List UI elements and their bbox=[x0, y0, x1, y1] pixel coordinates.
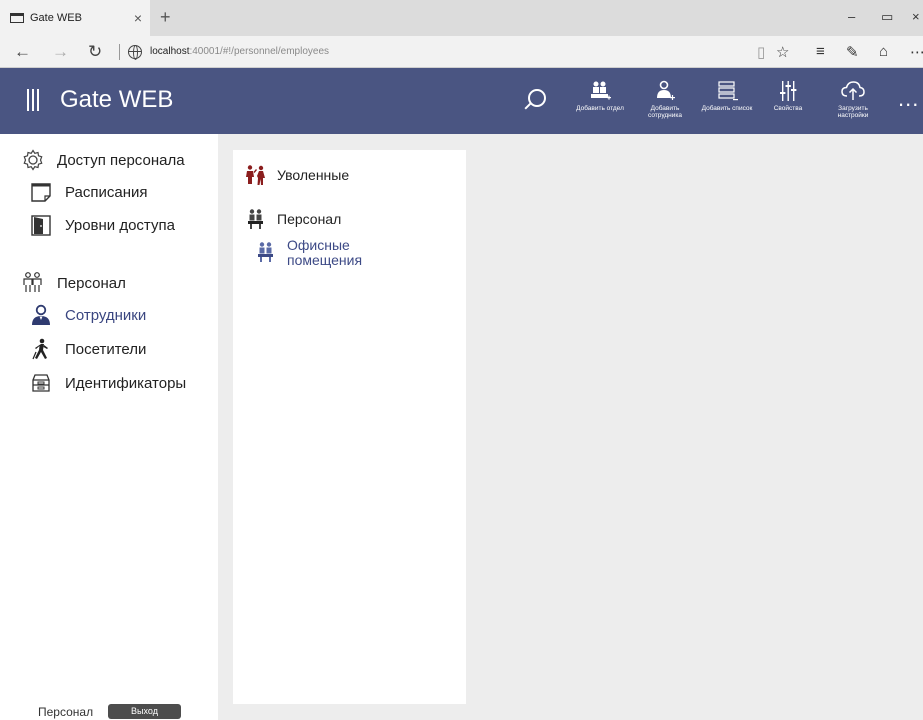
back-button[interactable]: ← bbox=[14, 42, 31, 62]
tab-page-icon bbox=[10, 13, 24, 23]
add-department-label: Добавить отдел bbox=[576, 105, 624, 112]
sidebar-item-schedules[interactable]: Расписания bbox=[29, 180, 147, 204]
sidebar-item-visitors[interactable]: Посетители bbox=[29, 337, 146, 361]
add-department-icon bbox=[591, 81, 611, 100]
sidebar-label-visitors: Посетители bbox=[65, 340, 147, 358]
tree-item-dismissed[interactable]: Уволенные bbox=[245, 164, 349, 186]
sidebar-item-identifiers[interactable]: Идентификаторы bbox=[29, 371, 186, 395]
maximize-button[interactable]: ▭ bbox=[881, 9, 893, 25]
sidebar-item-employees[interactable]: Сотрудники bbox=[29, 303, 146, 327]
gear-icon bbox=[21, 148, 45, 172]
sidebar-label-schedules: Расписания bbox=[65, 183, 148, 201]
add-employee-icon bbox=[657, 80, 675, 100]
share-icon[interactable]: ⌂ bbox=[879, 43, 888, 60]
department-icon bbox=[248, 209, 263, 229]
web-note-icon[interactable]: ✎ bbox=[846, 43, 859, 61]
main-content: Уволенные Персонал Офисные помещения bbox=[218, 134, 923, 720]
search-icon[interactable] bbox=[528, 89, 546, 107]
reading-view-icon[interactable]: ▯ bbox=[757, 43, 765, 61]
add-employee-button[interactable]: Добавить сотрудника bbox=[634, 78, 696, 119]
sidebar: Доступ персонала Расписания Уровни досту… bbox=[0, 134, 218, 720]
card-tray-icon bbox=[29, 371, 53, 395]
globe-icon bbox=[128, 45, 142, 60]
properties-label: Свойства bbox=[773, 105, 803, 112]
calendar-icon bbox=[29, 180, 53, 204]
tab-title: Gate WEB bbox=[30, 12, 82, 24]
employee-icon bbox=[29, 303, 53, 327]
tree-label-offices: Офисные помещения bbox=[287, 238, 362, 268]
sidebar-item-personnel[interactable]: Персонал bbox=[21, 271, 126, 295]
browser-more-icon[interactable]: ⋯ bbox=[910, 43, 923, 61]
add-list-label: Добавить список bbox=[701, 105, 753, 112]
more-options-button[interactable]: ... bbox=[898, 86, 919, 112]
sidebar-label-identifiers: Идентификаторы bbox=[65, 374, 187, 392]
properties-icon bbox=[780, 81, 797, 101]
add-list-button[interactable]: Добавить список bbox=[696, 78, 758, 112]
app-header: Gate WEB Добавить отдел Добавить сотрудн… bbox=[0, 68, 923, 134]
app-title: Gate WEB bbox=[60, 86, 174, 113]
personnel-group-icon bbox=[21, 271, 45, 295]
minimize-button[interactable]: – bbox=[848, 9, 855, 24]
refresh-button[interactable]: ↻ bbox=[88, 42, 102, 62]
dismissed-icon bbox=[246, 165, 265, 185]
tree-label-personnel: Персонал bbox=[277, 211, 342, 227]
url-path: :40001/#!/personnel/employees bbox=[189, 46, 330, 57]
favorite-star-icon[interactable]: ☆ bbox=[776, 43, 789, 61]
upload-settings-label: Загрузить настройки bbox=[837, 105, 869, 119]
url-field[interactable]: localhost:40001/#!/personnel/employees bbox=[150, 46, 329, 57]
hub-icon[interactable]: ≡ bbox=[816, 43, 825, 60]
add-employee-label: Добавить сотрудника bbox=[648, 105, 682, 119]
current-user-label: Персонал bbox=[38, 705, 94, 719]
tree-label-offices-line1: Офисные bbox=[287, 237, 350, 253]
address-separator bbox=[119, 44, 120, 60]
tab-close-icon[interactable]: × bbox=[134, 10, 142, 26]
tree-label-dismissed: Уволенные bbox=[277, 167, 350, 183]
upload-settings-icon bbox=[841, 81, 865, 100]
properties-button[interactable]: Свойства bbox=[757, 78, 819, 112]
menu-toggle-icon[interactable] bbox=[27, 89, 39, 111]
forward-button[interactable]: → bbox=[52, 42, 69, 62]
address-bar: ← → ↻ localhost:40001/#!/personnel/emplo… bbox=[0, 36, 923, 68]
sidebar-item-access[interactable]: Доступ персонала bbox=[21, 148, 185, 172]
add-department-button[interactable]: Добавить отдел bbox=[569, 78, 631, 112]
browser-tabstrip: Gate WEB × + – ▭ × bbox=[0, 0, 923, 36]
sidebar-label-access: Доступ персонала bbox=[57, 151, 185, 169]
close-window-button[interactable]: × bbox=[912, 9, 920, 24]
sidebar-item-access-levels[interactable]: Уровни доступа bbox=[29, 213, 175, 237]
office-department-icon bbox=[258, 242, 273, 262]
logout-button[interactable]: Выход bbox=[108, 704, 181, 719]
tree-item-personnel[interactable]: Персонал bbox=[245, 208, 341, 230]
add-list-icon bbox=[718, 81, 738, 101]
url-host: localhost bbox=[150, 46, 190, 57]
tree-item-offices[interactable]: Офисные помещения bbox=[255, 238, 362, 268]
door-icon bbox=[29, 213, 53, 237]
tree-label-offices-line2: помещения bbox=[287, 252, 363, 268]
sidebar-label-access-levels: Уровни доступа bbox=[65, 216, 175, 234]
walking-person-icon bbox=[29, 337, 53, 361]
department-tree-panel: Уволенные Персонал Офисные помещения bbox=[233, 150, 466, 704]
sidebar-label-employees: Сотрудники bbox=[65, 306, 147, 324]
upload-settings-button[interactable]: Загрузить настройки bbox=[822, 78, 884, 119]
browser-tab[interactable]: Gate WEB × bbox=[0, 0, 150, 36]
new-tab-button[interactable]: + bbox=[160, 7, 171, 28]
sidebar-label-personnel: Персонал bbox=[57, 274, 126, 292]
